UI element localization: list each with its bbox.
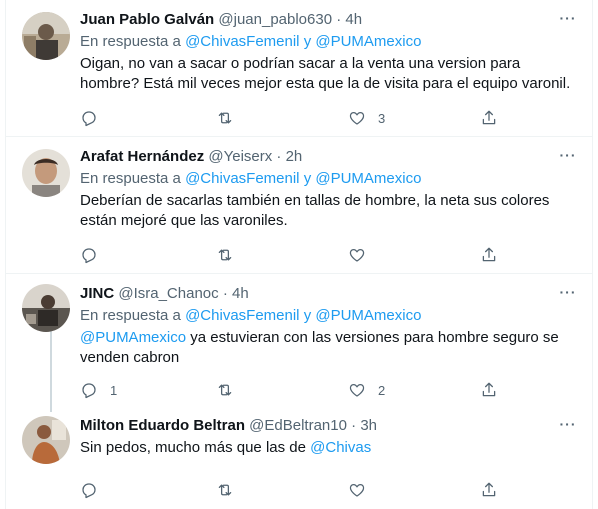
timestamp[interactable]: 2h [286,148,303,165]
avatar[interactable] [22,12,70,60]
reply-icon [82,248,96,264]
more-options-icon[interactable]: ··· [556,280,580,304]
retweet-icon [218,384,232,396]
display-name[interactable]: JINC [80,285,114,302]
more-options-icon[interactable]: ··· [556,143,580,167]
retweet-button[interactable] [216,480,246,500]
share-icon [482,382,496,397]
mention-link[interactable]: @PUMAmexico [315,170,421,187]
reply-button[interactable] [80,480,110,500]
tweet-text: Oigan, no van a sacar o podrían sacar a … [80,55,571,92]
user-handle[interactable]: @EdBeltran10 [249,417,347,434]
user-handle[interactable]: @juan_pablo630 [218,11,332,28]
reply-prefix: En respuesta a [80,170,181,187]
display-name[interactable]: Juan Pablo Galván [80,11,214,28]
retweet-button[interactable] [216,245,246,265]
reply-button[interactable] [80,245,110,265]
like-count: 2 [378,382,386,398]
retweet-button[interactable] [216,108,246,128]
separator-dot: · [351,417,357,434]
share-button[interactable] [480,108,498,128]
reply-conjunction: y [303,33,312,50]
tweet-text: Deberían de sacarlas también en tallas d… [80,192,550,229]
tweet-actions: 1 2 [80,380,510,400]
timestamp[interactable]: 3h [360,417,377,434]
user-handle[interactable]: @Isra_Chanoc [118,285,218,302]
tweet-actions [80,480,510,500]
tweet[interactable]: Arafat Hernández @Yeiserx · 2h ··· En re… [6,137,592,274]
tweet[interactable]: Juan Pablo Galván @juan_pablo630 · 4h ··… [6,0,592,137]
mention-link[interactable]: @Chivas [310,439,371,456]
separator-dot: · [276,148,282,165]
reply-context: En respuesta a @ChivasFemenil y @PUMAmex… [80,169,576,189]
separator-dot: · [336,11,342,28]
reply-prefix: En respuesta a [80,307,181,324]
mention-link[interactable]: @PUMAmexico [315,33,421,50]
mention-link[interactable]: @ChivasFemenil [185,33,299,50]
share-button[interactable] [480,245,498,265]
share-button[interactable] [480,480,498,500]
reply-thread: Juan Pablo Galván @juan_pablo630 · 4h ··… [5,0,593,509]
more-options-icon[interactable]: ··· [556,412,580,436]
share-icon [482,482,496,497]
mention-link[interactable]: @ChivasFemenil [185,170,299,187]
reply-count: 1 [110,382,118,398]
reply-button[interactable]: 1 [80,380,117,400]
display-name[interactable]: Milton Eduardo Beltran [80,417,245,434]
retweet-icon [218,249,232,261]
reply-prefix: En respuesta a [80,33,181,50]
like-button[interactable]: 2 [348,380,385,400]
like-button[interactable] [348,480,378,500]
heart-icon [349,111,365,125]
reply-icon [82,483,96,499]
heart-icon [349,483,365,497]
mention-link[interactable]: @PUMAmexico [315,307,421,324]
reply-conjunction: y [303,170,312,187]
reply-icon [82,383,96,399]
mention-link[interactable]: @ChivasFemenil [185,307,299,324]
reply-context: En respuesta a @ChivasFemenil y @PUMAmex… [80,32,576,52]
reply-context: En respuesta a @ChivasFemenil y @PUMAmex… [80,306,576,326]
mention-link[interactable]: @PUMAmexico [80,329,186,346]
separator-dot: · [222,285,228,302]
tweet-text-body: Sin pedos, mucho más que las de [80,439,311,456]
share-icon [482,110,496,125]
avatar[interactable] [22,284,70,332]
tweet-actions: 3 [80,108,510,128]
like-button[interactable] [348,245,378,265]
reply-icon [82,111,96,127]
display-name[interactable]: Arafat Hernández [80,148,204,165]
retweet-button[interactable] [216,380,246,400]
tweet-text: @PUMAmexico ya estuvieran con las versio… [80,328,576,368]
heart-icon [349,383,365,397]
avatar[interactable] [22,416,70,464]
like-button[interactable]: 3 [348,108,385,128]
tweet[interactable]: Milton Eduardo Beltran @EdBeltran10 · 3h… [6,410,592,509]
retweet-icon [218,484,232,496]
timestamp[interactable]: 4h [345,11,362,28]
share-icon [482,247,496,262]
tweet-text: Sin pedos, mucho más que las de @Chivas [80,438,576,458]
reply-button[interactable] [80,108,110,128]
reply-conjunction: y [303,307,312,324]
timestamp[interactable]: 4h [232,285,249,302]
tweet[interactable]: JINC @Isra_Chanoc · 4h ··· En respuesta … [6,274,592,410]
heart-icon [349,248,365,262]
more-options-icon[interactable]: ··· [556,6,580,30]
share-button[interactable] [480,380,498,400]
like-count: 3 [378,110,386,126]
user-handle[interactable]: @Yeiserx [208,148,272,165]
avatar[interactable] [22,149,70,197]
retweet-icon [218,112,232,124]
tweet-actions [80,245,510,265]
